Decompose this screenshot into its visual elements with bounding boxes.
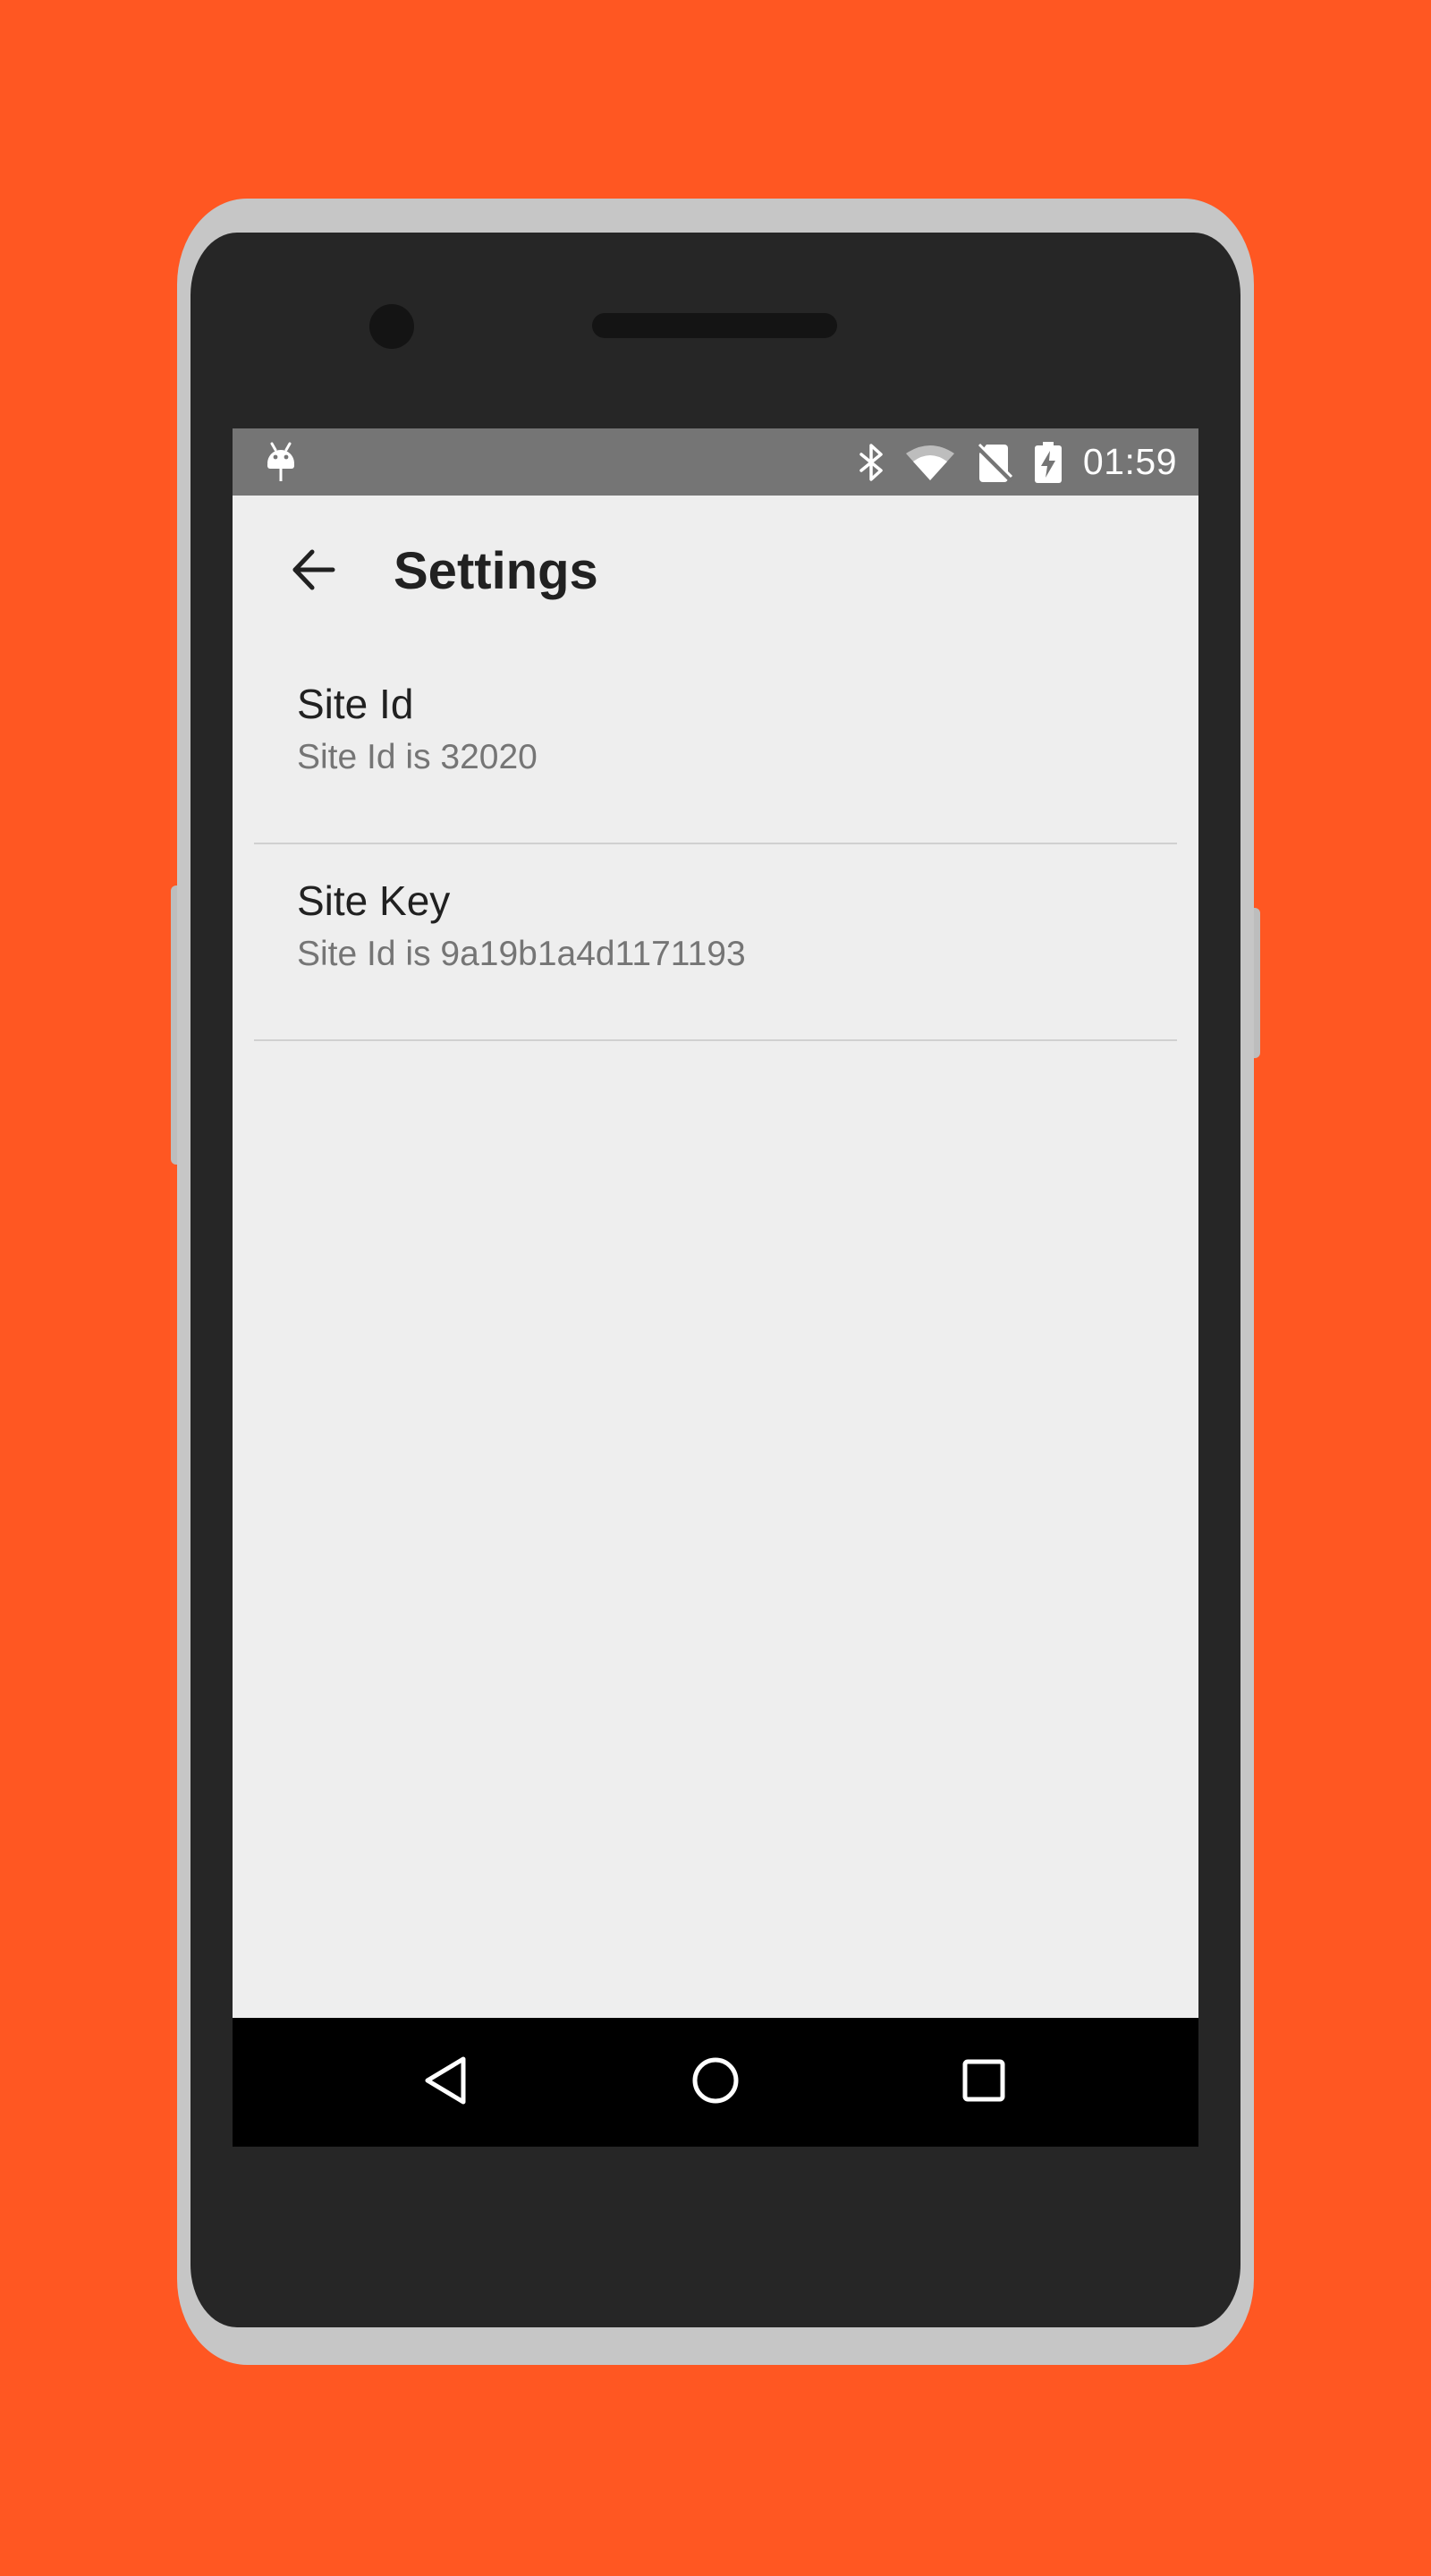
earpiece-speaker xyxy=(592,313,837,338)
status-icons: 01:59 xyxy=(858,428,1177,496)
navigation-bar xyxy=(233,2018,1198,2147)
bluetooth-icon xyxy=(858,443,885,482)
back-triangle-icon xyxy=(420,2054,474,2112)
nav-recents-button[interactable] xyxy=(939,2038,1029,2127)
home-circle-icon xyxy=(689,2054,742,2112)
status-bar: 01:59 xyxy=(233,428,1198,496)
front-camera xyxy=(369,304,414,349)
status-time: 01:59 xyxy=(1082,441,1177,482)
app-bar: Settings xyxy=(233,496,1198,648)
recents-square-icon xyxy=(957,2054,1011,2112)
preference-site-id[interactable]: Site Id Site Id is 32020 xyxy=(233,648,1198,844)
divider xyxy=(254,1039,1177,1041)
preference-site-key[interactable]: Site Key Site Id is 9a19b1a4d1171193 xyxy=(233,844,1198,1041)
preference-title: Site Key xyxy=(297,877,451,924)
nav-back-button[interactable] xyxy=(402,2038,492,2127)
nav-home-button[interactable] xyxy=(671,2038,760,2127)
android-debug-icon xyxy=(265,442,297,483)
wifi-icon xyxy=(904,443,956,482)
no-sim-icon xyxy=(975,443,1013,482)
page-title: Settings xyxy=(394,542,598,600)
back-button[interactable] xyxy=(274,532,352,611)
screen: 01:59 Settings Site Id Site Id is 32020 … xyxy=(233,428,1198,2147)
preference-summary: Site Id is 32020 xyxy=(297,738,538,776)
battery-charging-icon xyxy=(1033,441,1063,483)
preference-list: Site Id Site Id is 32020 Site Key Site I… xyxy=(233,648,1198,1041)
preference-title: Site Id xyxy=(297,681,414,727)
arrow-back-icon xyxy=(290,547,336,597)
preference-summary: Site Id is 9a19b1a4d1171193 xyxy=(297,935,746,973)
